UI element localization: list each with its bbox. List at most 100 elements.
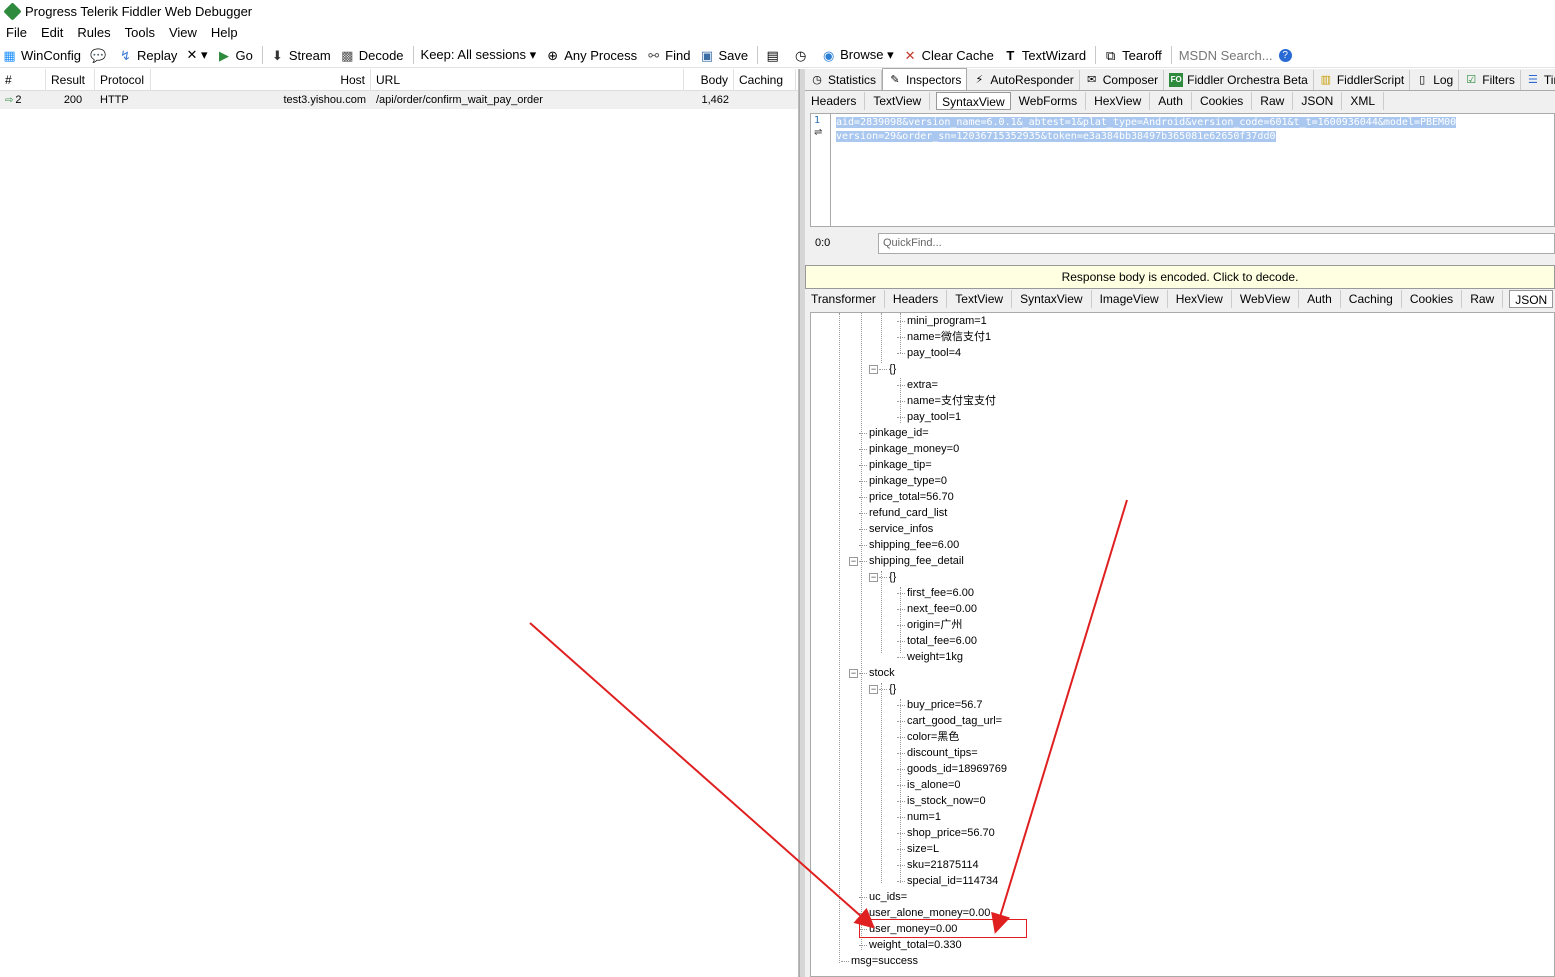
tree-node[interactable]: price_total=56.70 (869, 490, 954, 504)
winconfig-button[interactable]: ▦ WinConfig (2, 48, 81, 63)
tree-node[interactable]: discount_tips= (907, 746, 978, 760)
tree-node[interactable]: pay_tool=4 (907, 346, 961, 360)
tree-node[interactable]: shipping_fee_detail (869, 554, 964, 568)
request-body-text[interactable]: aid=2839098&version_name=6.0.1&_abtest=1… (836, 116, 1555, 144)
menu-rules[interactable]: Rules (77, 25, 110, 40)
tree-node[interactable]: mini_program=1 (907, 314, 987, 328)
tree-node[interactable]: extra= (907, 378, 938, 392)
tab-composer[interactable]: ✉ Composer (1080, 70, 1165, 90)
timer-button[interactable]: ◷ (793, 48, 812, 63)
tree-node[interactable]: {} (889, 682, 896, 696)
req-tab-json[interactable]: JSON (1299, 92, 1343, 110)
tree-node[interactable]: shipping_fee=6.00 (869, 538, 959, 552)
tree-node[interactable]: special_id=114734 (907, 874, 998, 888)
tree-node[interactable]: sku=21875114 (907, 858, 979, 872)
tearoff-button[interactable]: ⧉ Tearoff (1103, 48, 1162, 63)
session-row[interactable]: ⇨ 2 200 HTTP test3.yishou.com /api/order/… (0, 91, 798, 109)
tree-node[interactable]: msg=success (851, 954, 918, 968)
tree-node[interactable]: color=黑色 (907, 730, 959, 744)
request-body-editor[interactable]: 1 ⇌ aid=2839098&version_name=6.0.1&_abte… (810, 113, 1555, 227)
tree-node[interactable]: {} (889, 570, 896, 584)
tree-node[interactable]: weight=1kg (907, 650, 963, 664)
req-tab-textview[interactable]: TextView (871, 92, 931, 110)
menu-tools[interactable]: Tools (125, 25, 155, 40)
resp-tab-textview[interactable]: TextView (953, 290, 1013, 308)
tree-node[interactable]: user_alone_money=0.00 (869, 906, 990, 920)
tab-log[interactable]: ▯ Log (1410, 70, 1460, 90)
clear-cache-button[interactable]: ✕ Clear Cache (903, 48, 994, 63)
tree-node[interactable]: name=支付宝支付 (907, 394, 996, 408)
tree-node[interactable]: name=微信支付1 (907, 330, 991, 344)
tree-node[interactable]: next_fee=0.00 (907, 602, 977, 616)
resp-tab-auth[interactable]: Auth (1305, 290, 1341, 308)
tree-node[interactable]: cart_good_tag_url= (907, 714, 1002, 728)
tree-node[interactable]: service_infos (869, 522, 933, 536)
tree-node[interactable]: origin=广州 (907, 618, 962, 632)
browse-button[interactable]: ◉ Browse ▾ (821, 47, 894, 63)
tree-node[interactable]: size=L (907, 842, 939, 856)
req-tab-cookies[interactable]: Cookies (1198, 92, 1253, 110)
tree-collapse-toggle[interactable]: − (869, 685, 878, 694)
column-header-url[interactable]: URL (371, 68, 684, 91)
tree-node[interactable]: total_fee=6.00 (907, 634, 977, 648)
json-tree[interactable]: mini_program=1 name=微信支付1 pay_tool=4 − {} ext… (810, 312, 1555, 977)
tree-node[interactable]: pinkage_type=0 (869, 474, 947, 488)
menu-edit[interactable]: Edit (41, 25, 63, 40)
tree-node[interactable]: pinkage_money=0 (869, 442, 959, 456)
textwizard-button[interactable]: T TextWizard (1003, 48, 1086, 63)
remove-button[interactable]: ✕ ▾ (186, 47, 207, 63)
go-button[interactable]: ▶ Go (216, 48, 253, 63)
screenshot-button[interactable]: ▤ (765, 48, 784, 63)
req-tab-headers[interactable]: Headers (809, 92, 866, 110)
msdn-search-input[interactable]: MSDN Search... (1179, 48, 1273, 63)
resp-tab-json[interactable]: JSON (1509, 290, 1554, 308)
tree-node[interactable]: uc_ids= (869, 890, 907, 904)
tab-filters[interactable]: ☑ Filters (1459, 70, 1521, 90)
help-icon[interactable]: ? (1278, 48, 1292, 62)
tree-node[interactable]: goods_id=18969769 (907, 762, 1007, 776)
resp-tab-headers[interactable]: Headers (891, 290, 948, 308)
save-button[interactable]: ▣ Save (699, 48, 748, 63)
menu-file[interactable]: File (6, 25, 27, 40)
column-header-caching[interactable]: Caching (734, 68, 796, 91)
column-header-number[interactable]: # (0, 68, 46, 91)
tree-node[interactable]: pinkage_tip= (869, 458, 932, 472)
tree-node[interactable]: first_fee=6.00 (907, 586, 974, 600)
req-tab-hexview[interactable]: HexView (1092, 92, 1151, 110)
keep-sessions-dropdown[interactable]: Keep: All sessions ▾ (421, 47, 537, 63)
req-tab-webforms[interactable]: WebForms (1017, 92, 1087, 110)
quickfind-input[interactable]: QuickFind... (878, 232, 1555, 254)
tab-timeline[interactable]: ☰ Time (1521, 70, 1555, 90)
tree-node[interactable]: is_alone=0 (907, 778, 961, 792)
column-header-result[interactable]: Result (46, 68, 95, 91)
tree-collapse-toggle[interactable]: − (869, 573, 878, 582)
tree-node[interactable]: refund_card_list (869, 506, 947, 520)
resp-tab-hexview[interactable]: HexView (1174, 290, 1232, 308)
find-button[interactable]: ⚯ Find (646, 48, 690, 63)
tree-node[interactable]: is_stock_now=0 (907, 794, 986, 808)
resp-tab-cookies[interactable]: Cookies (1408, 290, 1463, 308)
comment-button[interactable]: 💬 (90, 48, 109, 63)
tree-node[interactable]: buy_price=56.7 (907, 698, 983, 712)
tree-node[interactable]: shop_price=56.70 (907, 826, 995, 840)
tree-node[interactable]: num=1 (907, 810, 941, 824)
resp-tab-syntaxview[interactable]: SyntaxView (1018, 290, 1092, 308)
resp-tab-transformer[interactable]: Transformer (809, 290, 885, 308)
column-header-host[interactable]: Host (151, 68, 371, 91)
tab-fiddlerscript[interactable]: ▥ FiddlerScript (1314, 70, 1411, 90)
column-header-protocol[interactable]: Protocol (95, 68, 151, 91)
req-tab-auth[interactable]: Auth (1156, 92, 1192, 110)
decode-button[interactable]: ▩ Decode (340, 48, 403, 63)
resp-tab-imageview[interactable]: ImageView (1098, 290, 1168, 308)
tree-node[interactable]: stock (869, 666, 895, 680)
resp-tab-webview[interactable]: WebView (1238, 290, 1300, 308)
tree-node[interactable]: {} (889, 362, 896, 376)
column-header-body[interactable]: Body (684, 68, 734, 91)
req-tab-raw[interactable]: Raw (1258, 92, 1294, 110)
req-tab-syntaxview[interactable]: SyntaxView (936, 92, 1011, 110)
req-tab-xml[interactable]: XML (1348, 92, 1385, 110)
replay-button[interactable]: ↯ Replay (118, 48, 177, 63)
tab-inspectors[interactable]: ✎ Inspectors (882, 68, 968, 90)
any-process-button[interactable]: ⊕ Any Process (545, 48, 637, 63)
stream-button[interactable]: ⬇ Stream (270, 48, 331, 63)
